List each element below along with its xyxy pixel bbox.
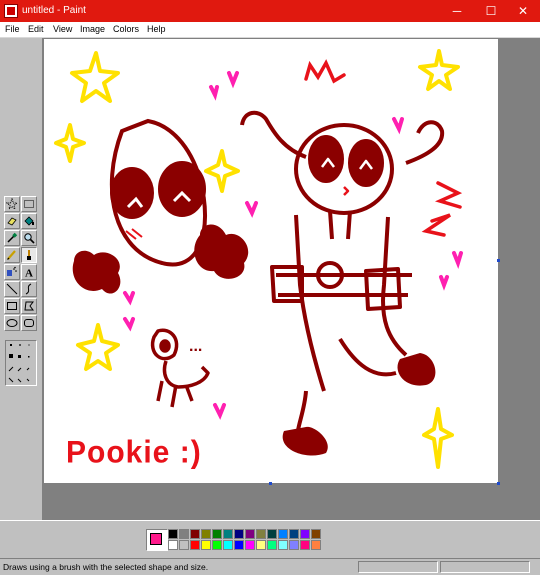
ellipse-icon (6, 319, 18, 327)
color-box (0, 520, 540, 559)
palette-swatch[interactable] (190, 529, 200, 539)
status-bar: Draws using a brush with the selected sh… (0, 558, 540, 575)
resize-handle-right[interactable] (497, 259, 500, 262)
palette-swatch[interactable] (168, 529, 178, 539)
menu-colors[interactable]: Colors (113, 24, 139, 34)
palette-swatch[interactable] (212, 540, 222, 550)
select-tool[interactable] (21, 196, 37, 212)
pookie-caption: Pookie :) (66, 435, 202, 470)
status-text: Draws using a brush with the selected sh… (3, 562, 209, 572)
airbrush-tool[interactable] (4, 264, 20, 280)
rounded-rectangle-icon (24, 319, 34, 327)
minimize-button[interactable]: ─ (440, 0, 474, 22)
resize-handle-corner[interactable] (497, 482, 500, 485)
menu-bar: File Edit View Image Colors Help (0, 22, 540, 38)
drawing-canvas[interactable]: ... (44, 39, 498, 483)
rectangle-icon (7, 302, 17, 310)
magnifier-tool[interactable] (21, 230, 37, 246)
palette-swatch[interactable] (201, 529, 211, 539)
polygon-tool[interactable] (21, 298, 37, 314)
palette-swatch[interactable] (256, 540, 266, 550)
paint-app-icon[interactable] (4, 4, 18, 18)
menu-help[interactable]: Help (147, 24, 166, 34)
menu-image[interactable]: Image (80, 24, 105, 34)
fill-tool[interactable] (21, 213, 37, 229)
current-colors-indicator (146, 529, 168, 551)
tool-box: A (0, 38, 43, 520)
left-head-doodle (109, 118, 208, 267)
maximize-button[interactable]: ☐ (474, 0, 508, 22)
text-tool[interactable]: A (21, 264, 37, 280)
palette-swatch[interactable] (179, 529, 189, 539)
curve-tool[interactable] (21, 281, 37, 297)
status-size-cell (440, 561, 530, 573)
free-form-select-tool[interactable] (4, 196, 20, 212)
brush-icon (27, 250, 31, 260)
eraser-icon (7, 217, 17, 226)
pick-color-tool[interactable] (4, 230, 20, 246)
curve-icon (25, 283, 32, 295)
palette-swatch[interactable] (300, 529, 310, 539)
palette-swatch[interactable] (278, 540, 288, 550)
magnifier-icon (24, 233, 35, 244)
resize-handle-bottom[interactable] (269, 482, 272, 485)
brush-shape-options[interactable] (5, 340, 37, 386)
palette-swatch[interactable] (300, 540, 310, 550)
palette-swatch[interactable] (168, 540, 178, 550)
brush-shapes-icon (8, 344, 30, 383)
palette-swatch[interactable] (223, 529, 233, 539)
menu-file[interactable]: File (5, 24, 20, 34)
palette-swatch[interactable] (267, 540, 277, 550)
foreground-color-swatch (150, 533, 162, 545)
airbrush-icon (7, 266, 17, 276)
close-button[interactable]: ✕ (506, 0, 540, 22)
palette-swatch[interactable] (278, 529, 288, 539)
svg-text:A: A (25, 268, 33, 279)
title-bar: untitled - Paint ─ ☐ ✕ (0, 0, 540, 22)
palette-swatch[interactable] (234, 540, 244, 550)
window-title: untitled - Paint (22, 5, 86, 16)
palette-swatch[interactable] (311, 540, 321, 550)
palette-swatch[interactable] (179, 540, 189, 550)
rect-select-icon (24, 200, 34, 208)
text-a-icon: A (25, 268, 33, 279)
line-tool[interactable] (4, 281, 20, 297)
palette-swatch[interactable] (245, 540, 255, 550)
palette-swatch[interactable] (289, 529, 299, 539)
palette-swatch[interactable] (256, 529, 266, 539)
eyedropper-icon (7, 232, 18, 243)
polygon-icon (24, 301, 34, 311)
status-coordinates-cell (358, 561, 438, 573)
palette-swatch[interactable] (245, 529, 255, 539)
ellipse-tool[interactable] (4, 315, 20, 331)
palette-swatch[interactable] (190, 540, 200, 550)
paint-bucket-icon (24, 216, 34, 226)
palette-swatch[interactable] (212, 529, 222, 539)
eraser-tool[interactable] (4, 213, 20, 229)
menu-edit[interactable]: Edit (28, 24, 44, 34)
pencil-icon (7, 250, 16, 260)
palette-swatch[interactable] (289, 540, 299, 550)
palette-swatch[interactable] (234, 529, 244, 539)
line-icon (6, 283, 18, 295)
palette-swatch[interactable] (267, 529, 277, 539)
menu-view[interactable]: View (53, 24, 72, 34)
rounded-rectangle-tool[interactable] (21, 315, 37, 331)
ellipsis-doodle: ... (189, 338, 202, 355)
rectangle-tool[interactable] (4, 298, 20, 314)
dark-blobs (72, 224, 249, 294)
pencil-tool[interactable] (4, 247, 20, 263)
main-character-doodle (240, 110, 445, 449)
star-select-icon (6, 198, 18, 210)
palette-swatch[interactable] (311, 529, 321, 539)
palette-swatch[interactable] (201, 540, 211, 550)
palette-swatch[interactable] (223, 540, 233, 550)
drawing-artwork: ... (54, 49, 463, 469)
brush-tool[interactable] (21, 247, 37, 263)
